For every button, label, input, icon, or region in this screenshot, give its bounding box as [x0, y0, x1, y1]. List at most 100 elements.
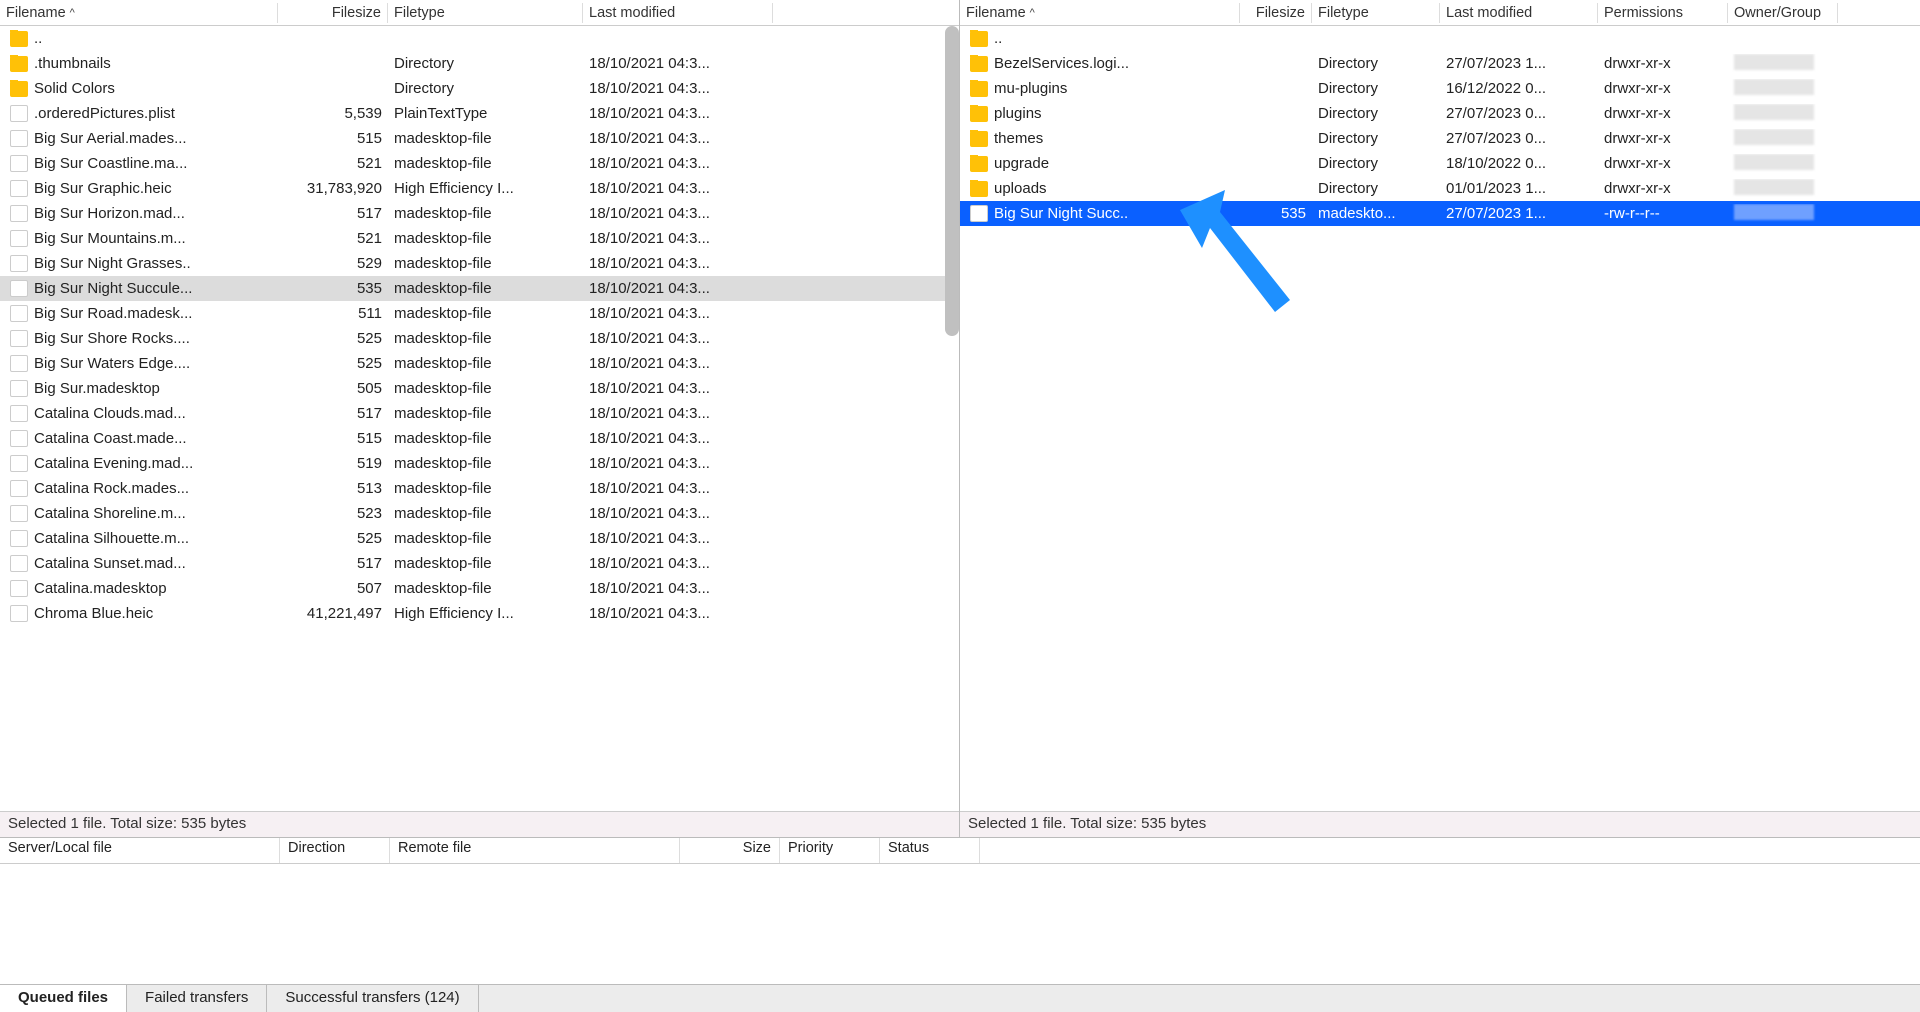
col-owner[interactable]: Owner/Group — [1728, 3, 1838, 23]
file-row[interactable]: Catalina Evening.mad...519madesktop-file… — [0, 451, 959, 476]
file-row[interactable]: Big Sur Shore Rocks....525madesktop-file… — [0, 326, 959, 351]
local-column-headers[interactable]: Filename ^ Filesize Filetype Last modifi… — [0, 0, 959, 26]
file-row[interactable]: Chroma Blue.heic41,221,497High Efficienc… — [0, 601, 959, 626]
file-name: .orderedPictures.plist — [34, 105, 175, 122]
file-row[interactable]: Big Sur Graphic.heic31,783,920High Effic… — [0, 176, 959, 201]
file-row[interactable]: Solid ColorsDirectory18/10/2021 04:3... — [0, 76, 959, 101]
file-row[interactable]: Big Sur Waters Edge....525madesktop-file… — [0, 351, 959, 376]
file-row[interactable]: Big Sur Night Succule...535madesktop-fil… — [0, 276, 959, 301]
col-filename[interactable]: Filename ^ — [960, 3, 1240, 23]
qcol-size[interactable]: Size — [680, 838, 780, 863]
file-name: Big Sur Aerial.mades... — [34, 130, 187, 147]
local-file-list[interactable]: ...thumbnailsDirectory18/10/2021 04:3...… — [0, 26, 959, 811]
file-owner — [1728, 79, 1838, 99]
file-row[interactable]: .thumbnailsDirectory18/10/2021 04:3... — [0, 51, 959, 76]
file-row[interactable]: Big Sur Night Grasses..529madesktop-file… — [0, 251, 959, 276]
file-modified: 27/07/2023 0... — [1440, 130, 1598, 147]
file-name: Catalina.madesktop — [34, 580, 167, 597]
file-row[interactable]: Catalina Shoreline.m...523madesktop-file… — [0, 501, 959, 526]
file-row[interactable]: Big Sur.madesktop505madesktop-file18/10/… — [0, 376, 959, 401]
col-filetype[interactable]: Filetype — [388, 3, 583, 23]
file-icon — [970, 205, 988, 222]
file-name: Big Sur Night Grasses.. — [34, 255, 191, 272]
file-permissions: -rw-r--r-- — [1598, 205, 1728, 222]
file-icon — [10, 480, 28, 497]
file-size: 513 — [278, 480, 388, 497]
folder-icon — [10, 81, 28, 97]
file-name: upgrade — [994, 155, 1049, 172]
file-icon — [10, 280, 28, 297]
remote-column-headers[interactable]: Filename ^ Filesize Filetype Last modifi… — [960, 0, 1920, 26]
parent-dir-row[interactable]: .. — [960, 26, 1920, 51]
file-type: madesktop-file — [388, 380, 583, 397]
file-row[interactable]: themesDirectory27/07/2023 0...drwxr-xr-x — [960, 126, 1920, 151]
file-row[interactable]: .orderedPictures.plist5,539PlainTextType… — [0, 101, 959, 126]
qcol-priority[interactable]: Priority — [780, 838, 880, 863]
queue-body[interactable] — [0, 864, 1920, 984]
parent-dir-row[interactable]: .. — [0, 26, 959, 51]
queue-columns[interactable]: Server/Local file Direction Remote file … — [0, 838, 1920, 864]
file-row[interactable]: Big Sur Coastline.ma...521madesktop-file… — [0, 151, 959, 176]
tab-failed[interactable]: Failed transfers — [127, 985, 267, 1012]
file-permissions: drwxr-xr-x — [1598, 180, 1728, 197]
file-row[interactable]: pluginsDirectory27/07/2023 0...drwxr-xr-… — [960, 101, 1920, 126]
file-modified: 18/10/2021 04:3... — [583, 230, 773, 247]
file-row[interactable]: Catalina Sunset.mad...517madesktop-file1… — [0, 551, 959, 576]
col-filename[interactable]: Filename ^ — [0, 3, 278, 23]
qcol-remote[interactable]: Remote file — [390, 838, 680, 863]
file-row[interactable]: Big Sur Horizon.mad...517madesktop-file1… — [0, 201, 959, 226]
qcol-direction[interactable]: Direction — [280, 838, 390, 863]
file-name: Big Sur.madesktop — [34, 380, 160, 397]
local-status-bar: Selected 1 file. Total size: 535 bytes — [0, 811, 959, 837]
col-filesize[interactable]: Filesize — [1240, 3, 1312, 23]
file-modified: 18/10/2021 04:3... — [583, 305, 773, 322]
file-owner — [1728, 179, 1838, 199]
file-size: 507 — [278, 580, 388, 597]
file-permissions: drwxr-xr-x — [1598, 155, 1728, 172]
file-name: Big Sur Night Succ.. — [994, 205, 1128, 222]
file-name: Big Sur Road.madesk... — [34, 305, 192, 322]
file-row[interactable]: upgradeDirectory18/10/2022 0...drwxr-xr-… — [960, 151, 1920, 176]
tab-success[interactable]: Successful transfers (124) — [267, 985, 478, 1012]
file-size: 529 — [278, 255, 388, 272]
scrollbar-thumb[interactable] — [945, 26, 959, 336]
file-row[interactable]: Catalina.madesktop507madesktop-file18/10… — [0, 576, 959, 601]
file-name: plugins — [994, 105, 1042, 122]
file-owner — [1728, 154, 1838, 174]
qcol-file[interactable]: Server/Local file — [0, 838, 280, 863]
file-row[interactable]: Big Sur Night Succ..535madeskto...27/07/… — [960, 201, 1920, 226]
col-modified[interactable]: Last modified — [583, 3, 773, 23]
file-row[interactable]: BezelServices.logi...Directory27/07/2023… — [960, 51, 1920, 76]
file-row[interactable]: Catalina Coast.made...515madesktop-file1… — [0, 426, 959, 451]
col-permissions[interactable]: Permissions — [1598, 3, 1728, 23]
file-row[interactable]: Catalina Silhouette.m...525madesktop-fil… — [0, 526, 959, 551]
file-modified: 18/10/2021 04:3... — [583, 555, 773, 572]
file-row[interactable]: Big Sur Aerial.mades...515madesktop-file… — [0, 126, 959, 151]
file-name: Big Sur Waters Edge.... — [34, 355, 190, 372]
col-modified[interactable]: Last modified — [1440, 3, 1598, 23]
file-modified: 18/10/2021 04:3... — [583, 380, 773, 397]
file-row[interactable]: Catalina Clouds.mad...517madesktop-file1… — [0, 401, 959, 426]
file-icon — [10, 380, 28, 397]
col-filename-label: Filename — [966, 5, 1026, 21]
file-name: themes — [994, 130, 1043, 147]
file-name: .thumbnails — [34, 55, 111, 72]
tab-queued[interactable]: Queued files — [0, 985, 127, 1012]
remote-file-list[interactable]: ..BezelServices.logi...Directory27/07/20… — [960, 26, 1920, 811]
file-row[interactable]: Big Sur Mountains.m...521madesktop-file1… — [0, 226, 959, 251]
file-size: 517 — [278, 405, 388, 422]
file-modified: 18/10/2021 04:3... — [583, 330, 773, 347]
file-name: Big Sur Night Succule... — [34, 280, 192, 297]
qcol-status[interactable]: Status — [880, 838, 980, 863]
file-row[interactable]: mu-pluginsDirectory16/12/2022 0...drwxr-… — [960, 76, 1920, 101]
file-modified: 27/07/2023 0... — [1440, 105, 1598, 122]
col-filesize[interactable]: Filesize — [278, 3, 388, 23]
file-size: 515 — [278, 130, 388, 147]
file-size: 511 — [278, 305, 388, 322]
col-filetype[interactable]: Filetype — [1312, 3, 1440, 23]
file-row[interactable]: uploadsDirectory01/01/2023 1...drwxr-xr-… — [960, 176, 1920, 201]
file-icon — [10, 205, 28, 222]
file-row[interactable]: Catalina Rock.mades...513madesktop-file1… — [0, 476, 959, 501]
file-row[interactable]: Big Sur Road.madesk...511madesktop-file1… — [0, 301, 959, 326]
file-modified: 18/10/2021 04:3... — [583, 405, 773, 422]
